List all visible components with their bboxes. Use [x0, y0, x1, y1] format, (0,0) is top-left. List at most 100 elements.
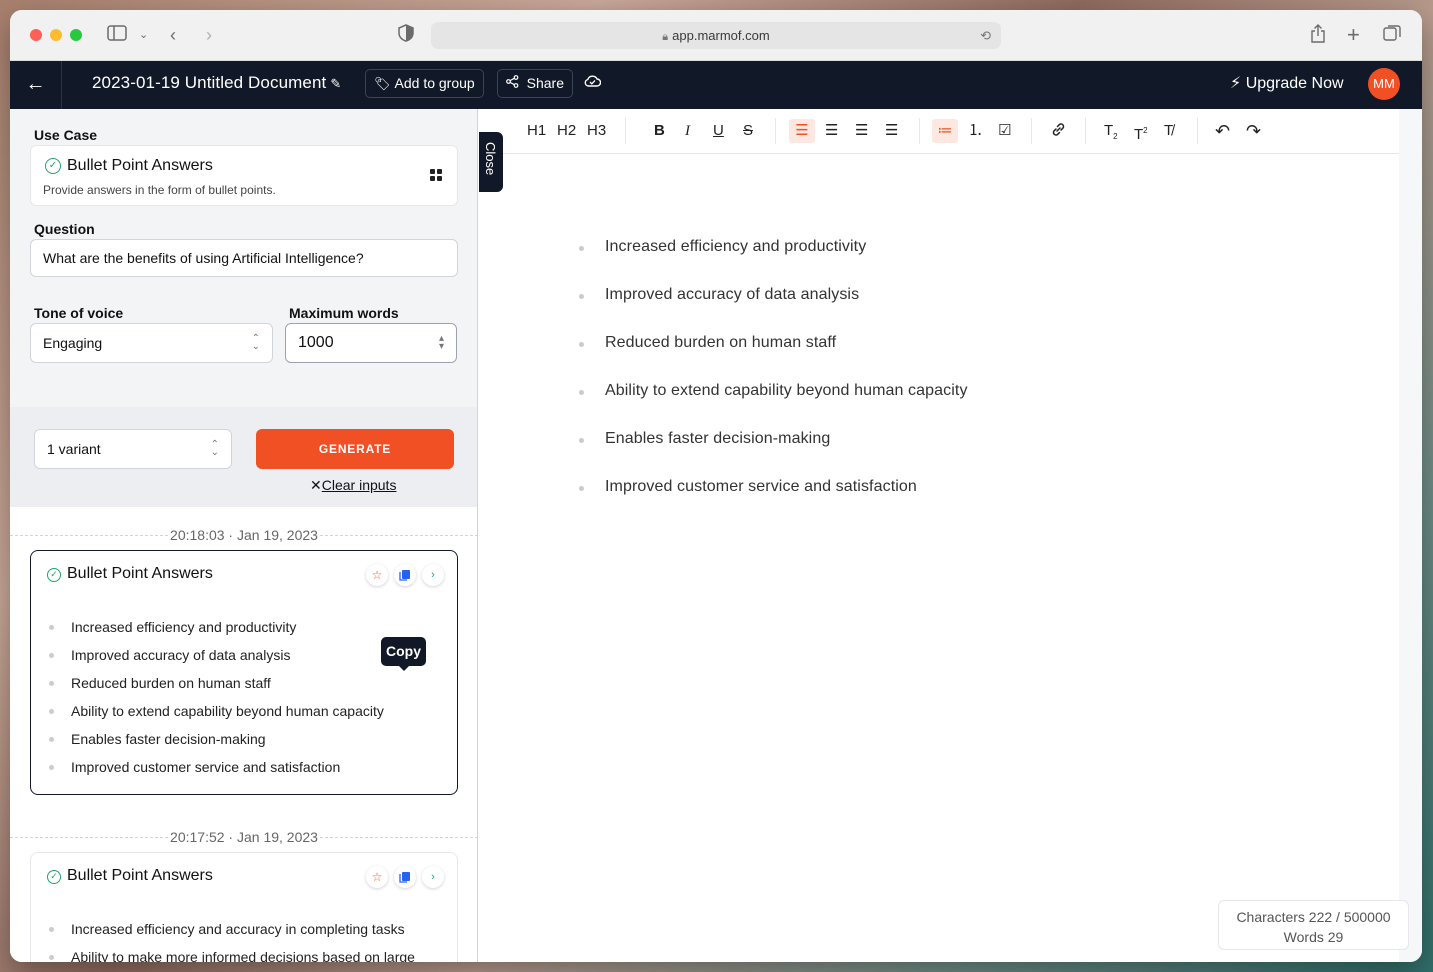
share-button[interactable]: Share [497, 69, 573, 98]
share-icon [506, 75, 523, 91]
add-to-group-label: Add to group [394, 75, 475, 91]
align-center-icon[interactable]: ☰ [825, 121, 838, 141]
share-sheet-icon[interactable] [1310, 24, 1326, 48]
max-words-label: Maximum words [289, 305, 399, 321]
stepper-icon[interactable]: ▴ ▾ [439, 334, 444, 352]
strikethrough-icon[interactable]: S [743, 121, 753, 141]
character-count: Characters 222 / 500000 [1236, 909, 1391, 925]
tag-icon: 🏷︎ [374, 76, 391, 91]
align-justify-icon[interactable]: ☰ [885, 121, 898, 141]
tone-label: Tone of voice [34, 305, 124, 321]
chevron-down-icon[interactable]: ⌄ [139, 24, 148, 46]
result-title: Bullet Point Answers [67, 867, 213, 884]
select-arrows-icon: ⌃ ⌄ [210, 439, 219, 458]
italic-icon[interactable]: I [685, 121, 690, 141]
ordered-list-icon[interactable]: ⒈ [968, 121, 983, 141]
new-tab-icon[interactable]: + [1347, 24, 1360, 46]
heading-3-button[interactable]: H3 [587, 121, 606, 141]
use-case-description: Provide answers in the form of bullet po… [43, 183, 276, 197]
generate-area: 1 variant ⌃ ⌄ GENERATE ✕Clear inputs [10, 407, 477, 507]
generator-panel: Use Case ✓ Bullet Point Answers Provide … [10, 109, 478, 962]
subscript-icon[interactable]: T2 [1104, 121, 1118, 141]
max-words-input[interactable]: 1000 ▴ ▾ [285, 323, 457, 363]
url-text: app.marmof.com [672, 28, 770, 43]
add-to-group-button[interactable]: 🏷︎ Add to group [365, 69, 484, 98]
close-tab-label: Close [483, 142, 498, 176]
underline-icon[interactable]: U [713, 121, 724, 141]
upgrade-label: Upgrade Now [1245, 75, 1344, 92]
superscript-icon[interactable]: T2 [1134, 121, 1148, 143]
copy-icon[interactable] [394, 564, 416, 586]
chevron-right-icon[interactable]: › [422, 866, 444, 888]
max-words-value: 1000 [298, 334, 334, 351]
close-window-button[interactable] [30, 29, 42, 41]
variant-select[interactable]: 1 variant ⌃ ⌄ [34, 429, 232, 469]
minimize-window-button[interactable] [50, 29, 62, 41]
list-item: Ability to make more informed decisions … [47, 947, 415, 962]
align-right-icon[interactable]: ☰ [855, 121, 868, 141]
list-item: Improved accuracy of data analysis [579, 283, 968, 331]
star-icon[interactable]: ☆ [366, 866, 388, 888]
privacy-shield-icon[interactable] [398, 24, 414, 47]
tone-select[interactable]: Engaging ⌃ ⌄ [30, 323, 273, 363]
results-list: 20:18:03 · Jan 19, 2023 ✓ Bullet Point A… [10, 507, 477, 962]
copy-icon[interactable] [394, 866, 416, 888]
bullet-list-icon[interactable]: ≔ [932, 119, 958, 143]
variant-value: 1 variant [47, 441, 101, 457]
cloud-sync-icon[interactable] [584, 74, 602, 91]
result-card[interactable]: ✓ Bullet Point Answers ☆ › Increased eff… [30, 550, 458, 795]
tab-overview-icon[interactable] [1383, 24, 1401, 47]
generate-button[interactable]: GENERATE [256, 429, 454, 469]
lock-icon: 🔒︎ [662, 31, 669, 43]
redo-icon[interactable]: ↷ [1246, 121, 1261, 141]
word-count: Words 29 [1283, 929, 1344, 945]
list-item: Enables faster decision-making [47, 729, 384, 757]
bold-icon[interactable]: B [654, 121, 665, 141]
close-icon: ✕ [310, 477, 322, 493]
check-circle-icon: ✓ [45, 158, 61, 174]
editor-page[interactable]: H1 H2 H3 B I U S ☰ ☰ ☰ ☰ ≔ ⒈ ☑ T2 T2 T̸ … [503, 109, 1399, 962]
link-icon[interactable] [1050, 121, 1067, 141]
sidebar-toggle-icon[interactable] [107, 24, 127, 46]
use-case-selector[interactable]: ✓ Bullet Point Answers Provide answers i… [30, 145, 458, 206]
editor-toolbar: H1 H2 H3 B I U S ☰ ☰ ☰ ☰ ≔ ⒈ ☑ T2 T2 T̸ … [503, 109, 1399, 154]
result-bullets: Increased efficiency and accuracy in com… [47, 919, 415, 962]
clear-inputs-link[interactable]: ✕Clear inputs [310, 477, 396, 494]
check-circle-icon: ✓ [47, 568, 61, 582]
translate-reload-icons[interactable]: ⟲ [980, 22, 991, 49]
pencil-icon[interactable]: ✎ [330, 76, 341, 91]
document-title[interactable]: 2023-01-19 Untitled Document ✎ [92, 73, 341, 93]
clear-format-icon[interactable]: T̸ [1164, 121, 1173, 141]
chevron-right-icon[interactable]: › [422, 564, 444, 586]
list-item: Reduced burden on human staff [47, 673, 384, 701]
back-nav-icon[interactable]: ‹ [170, 24, 176, 46]
upgrade-button[interactable]: ⚡︎ Upgrade Now [1230, 73, 1344, 93]
use-case-label: Use Case [34, 127, 98, 143]
list-item: Ability to extend capability beyond huma… [579, 379, 968, 427]
document-bullets[interactable]: Increased efficiency and productivity Im… [579, 235, 968, 523]
timestamp-text: 20:17:52 · Jan 19, 2023 [168, 829, 320, 845]
share-label: Share [526, 75, 564, 91]
undo-icon[interactable]: ↶ [1215, 121, 1230, 141]
heading-2-button[interactable]: H2 [557, 121, 576, 141]
heading-1-button[interactable]: H1 [527, 121, 546, 141]
back-arrow-icon[interactable]: ← [10, 61, 62, 109]
grid-icon[interactable] [430, 169, 443, 182]
question-input[interactable]: What are the benefits of using Artificia… [30, 239, 458, 277]
browser-window: ⌄ ‹ › 🔒︎ app.marmof.com ⟲ + ← 2023-01-19 … [10, 10, 1422, 962]
align-left-icon[interactable]: ☰ [789, 119, 815, 143]
copy-tooltip: Copy [381, 637, 426, 671]
star-icon[interactable]: ☆ [366, 564, 388, 586]
zoom-window-button[interactable] [70, 29, 82, 41]
forward-nav-icon[interactable]: › [206, 24, 212, 46]
avatar[interactable]: MM [1368, 68, 1400, 100]
result-card[interactable]: ✓ Bullet Point Answers ☆ › Increased eff… [30, 852, 458, 962]
list-item: Increased efficiency and productivity [47, 617, 384, 645]
document-title-text: 2023-01-19 Untitled Document [92, 73, 327, 92]
checklist-icon[interactable]: ☑ [998, 121, 1011, 141]
list-item: Reduced burden on human staff [579, 331, 968, 379]
check-circle-icon: ✓ [47, 870, 61, 884]
address-bar[interactable]: 🔒︎ app.marmof.com ⟲ [431, 22, 1001, 49]
close-panel-tab[interactable]: Close [479, 132, 503, 192]
list-item: Improved customer service and satisfacti… [579, 475, 968, 523]
